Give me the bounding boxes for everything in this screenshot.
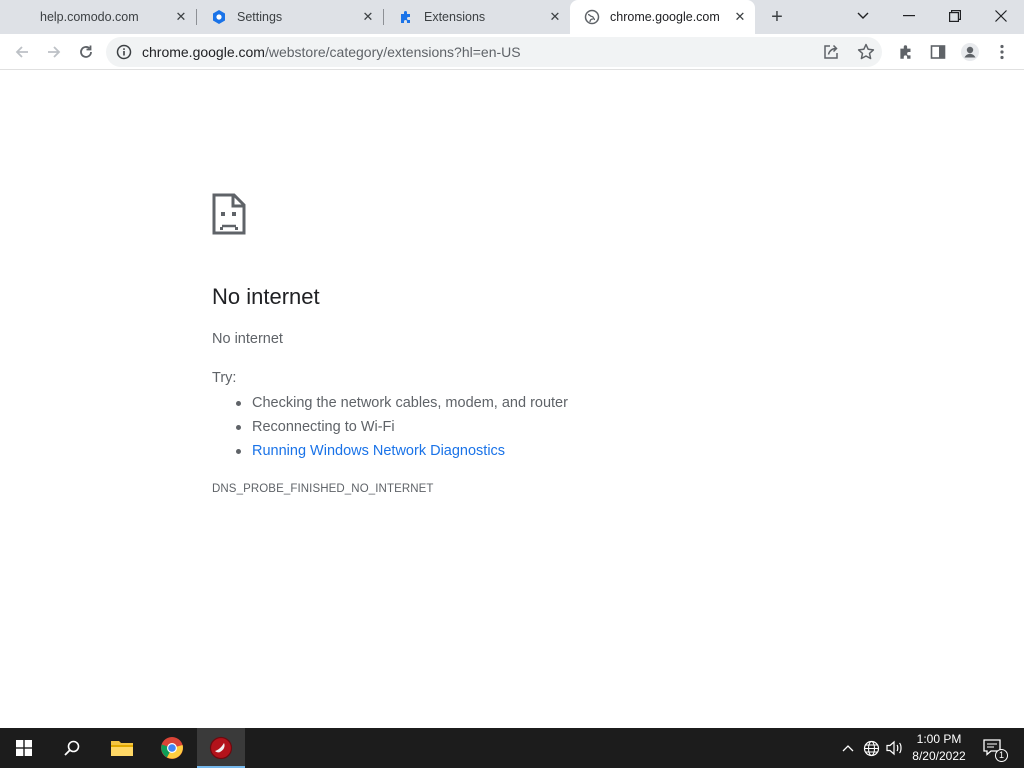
minimize-button[interactable] — [886, 0, 932, 32]
folder-icon — [111, 741, 133, 756]
windows-logo-icon — [16, 740, 32, 756]
search-icon — [64, 740, 80, 756]
tab-search-button[interactable] — [840, 0, 886, 32]
puzzle-icon — [900, 45, 911, 59]
tab-help-comodo[interactable]: help.comodo.com ✕ — [0, 0, 196, 34]
file-explorer-button[interactable] — [98, 728, 146, 768]
error-subheading: No internet — [212, 331, 283, 347]
tab-chrome-google[interactable]: chrome.google.com ✕ — [570, 0, 755, 34]
tab-title: Settings — [237, 10, 283, 24]
comodo-logo-icon — [209, 736, 233, 760]
restore-button[interactable] — [932, 0, 978, 32]
search-button[interactable] — [48, 728, 96, 768]
try-label: Try: — [212, 370, 237, 386]
network-tray-button[interactable] — [861, 738, 881, 758]
puzzle-icon — [398, 9, 414, 25]
sad-page-icon — [212, 193, 246, 235]
chrome-taskbar-button[interactable] — [148, 728, 196, 768]
error-heading: No internet — [212, 284, 320, 309]
profile-button[interactable] — [956, 38, 984, 66]
new-tab-button[interactable]: + — [764, 5, 790, 29]
arrow-right-icon — [48, 46, 61, 58]
info-icon[interactable] — [116, 44, 132, 60]
avatar-icon — [961, 43, 979, 61]
close-icon[interactable]: ✕ — [731, 8, 749, 26]
url-path: /webstore/category/extensions?hl=en-US — [264, 44, 521, 60]
chevron-down-icon — [857, 12, 869, 19]
extensions-button[interactable] — [892, 38, 920, 66]
tab-extensions[interactable]: Extensions ✕ — [384, 0, 570, 34]
tab-title: Extensions — [424, 10, 486, 24]
taskbar-clock[interactable]: 1:00 PM 8/20/2022 — [900, 731, 978, 765]
comodo-taskbar-button[interactable] — [197, 728, 245, 768]
star-icon[interactable] — [856, 42, 876, 62]
windows-taskbar: 1:00 PM 8/20/2022 1 — [0, 728, 1024, 768]
tab-title: chrome.google.com — [610, 10, 720, 24]
back-button[interactable] — [8, 38, 36, 66]
show-hidden-icons-button[interactable] — [838, 738, 858, 758]
arrow-left-icon — [15, 46, 28, 58]
menu-button[interactable] — [988, 38, 1016, 66]
globe-icon — [14, 9, 30, 25]
suggestion-item: Reconnecting to Wi-Fi — [236, 417, 568, 441]
minimize-icon — [903, 15, 915, 17]
chrome-icon — [161, 737, 183, 759]
start-button[interactable] — [0, 728, 48, 768]
error-code: DNS_PROBE_FINISHED_NO_INTERNET — [212, 483, 434, 495]
chevron-up-icon — [842, 745, 854, 752]
side-panel-button[interactable] — [924, 38, 952, 66]
forward-button[interactable] — [40, 38, 68, 66]
tab-settings[interactable]: Settings ✕ — [197, 0, 383, 34]
tab-strip: help.comodo.com ✕ Settings ✕ Extensions … — [0, 0, 1024, 34]
close-icon[interactable]: ✕ — [172, 8, 190, 26]
share-icon[interactable] — [822, 43, 840, 61]
close-icon[interactable]: ✕ — [546, 8, 564, 26]
restore-icon — [949, 10, 961, 22]
browser-toolbar: chrome.google.com/webstore/category/exte… — [0, 34, 1024, 70]
address-bar[interactable]: chrome.google.com/webstore/category/exte… — [106, 37, 882, 67]
close-icon — [995, 10, 1007, 22]
reload-button[interactable] — [72, 38, 100, 66]
url-host: chrome.google.com — [142, 44, 265, 60]
side-panel-icon — [930, 45, 946, 59]
more-vert-icon — [1000, 44, 1004, 60]
close-icon[interactable]: ✕ — [359, 8, 377, 26]
network-diagnostics-link[interactable]: Running Windows Network Diagnostics — [236, 441, 568, 465]
url-text: chrome.google.com/webstore/category/exte… — [142, 44, 521, 60]
suggestion-list: Checking the network cables, modem, and … — [236, 393, 568, 465]
tab-title: help.comodo.com — [40, 10, 139, 24]
clock-date: 8/20/2022 — [912, 749, 966, 763]
globe-network-icon — [863, 740, 879, 756]
suggestion-item: Checking the network cables, modem, and … — [236, 393, 568, 417]
close-window-button[interactable] — [978, 0, 1024, 32]
gear-icon — [211, 9, 227, 25]
notification-count-badge: 1 — [995, 749, 1008, 762]
clock-time: 1:00 PM — [916, 732, 962, 746]
globe-icon — [584, 9, 600, 25]
reload-icon — [80, 45, 92, 58]
